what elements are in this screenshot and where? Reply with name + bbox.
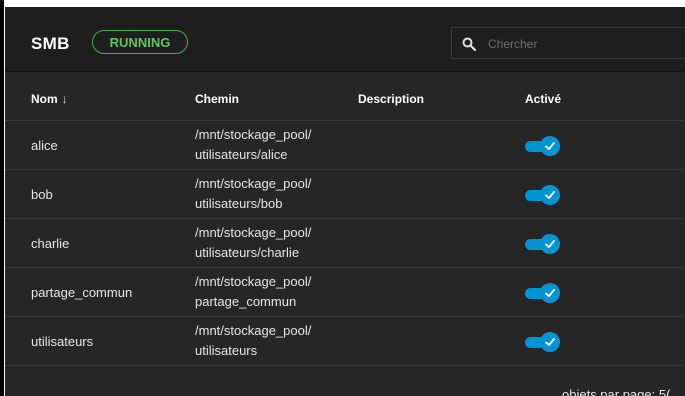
sort-down-icon: ↓ <box>61 92 68 106</box>
window-edge <box>0 0 4 396</box>
toggle-knob <box>541 137 559 155</box>
share-path-line: utilisateurs <box>195 343 258 358</box>
card-header: SMB RUNNING <box>5 7 685 72</box>
share-path: /mnt/stockage_pool/ utilisateurs/bob <box>195 174 311 214</box>
check-icon <box>545 191 555 199</box>
toggle-knob <box>541 235 559 253</box>
status-badge: RUNNING <box>92 30 188 54</box>
enabled-toggle[interactable] <box>525 284 561 302</box>
check-icon <box>545 338 555 346</box>
share-path-line: /mnt/stockage_pool/ <box>195 274 312 289</box>
toggle-knob <box>541 186 559 204</box>
table-row: alice /mnt/stockage_pool/ utilisateurs/a… <box>5 121 685 170</box>
share-path: /mnt/stockage_pool/ utilisateurs/charlie <box>195 223 311 263</box>
toggle-knob <box>541 333 559 351</box>
check-icon <box>545 240 555 248</box>
service-title: SMB <box>31 34 70 53</box>
smb-service-card: SMB RUNNING Nom↓ Chemin Description Acti… <box>5 7 685 396</box>
table-row: charlie /mnt/stockage_pool/ utilisateurs… <box>5 219 685 268</box>
column-header-description[interactable]: Description <box>358 92 424 106</box>
share-path-line: /mnt/stockage_pool/ <box>195 323 312 338</box>
share-path: /mnt/stockage_pool/ utilisateurs/alice <box>195 125 311 165</box>
table-row: partage_commun /mnt/stockage_pool/ parta… <box>5 268 685 317</box>
table-row: utilisateurs /mnt/stockage_pool/ utilisa… <box>5 317 685 366</box>
share-path-line: utilisateurs/charlie <box>195 245 300 260</box>
items-per-page-select[interactable]: 5( <box>659 387 671 396</box>
items-per-page: objets par page: 5( <box>562 387 670 396</box>
check-icon <box>545 289 555 297</box>
toggle-knob <box>541 284 559 302</box>
enabled-toggle[interactable] <box>525 137 561 155</box>
share-name: charlie <box>31 236 70 251</box>
share-path: /mnt/stockage_pool/ partage_commun <box>195 272 311 312</box>
enabled-toggle[interactable] <box>525 235 561 253</box>
share-name: utilisateurs <box>31 334 94 349</box>
column-header-path[interactable]: Chemin <box>195 92 239 106</box>
share-path-line: utilisateurs/alice <box>195 147 288 162</box>
share-name: alice <box>31 138 58 153</box>
table-row: bob /mnt/stockage_pool/ utilisateurs/bob <box>5 170 685 219</box>
enabled-toggle[interactable] <box>525 186 561 204</box>
share-path-line: /mnt/stockage_pool/ <box>195 225 312 240</box>
share-name: bob <box>31 187 53 202</box>
column-header-name-label: Nom <box>31 92 58 106</box>
share-path-line: /mnt/stockage_pool/ <box>195 127 312 142</box>
search-input[interactable] <box>486 33 680 55</box>
column-header-enabled[interactable]: Activé <box>525 92 561 106</box>
table-header: Nom ↓ Chemin Description Activé <box>5 72 685 121</box>
search-box[interactable] <box>451 27 685 59</box>
share-path: /mnt/stockage_pool/ utilisateurs <box>195 321 311 361</box>
items-per-page-label: objets par page: <box>562 387 656 396</box>
share-path-line: /mnt/stockage_pool/ <box>195 176 312 191</box>
enabled-toggle[interactable] <box>525 333 561 351</box>
share-path-line: partage_commun <box>195 294 297 309</box>
share-name: partage_commun <box>31 285 133 300</box>
table-footer: objets par page: 5( <box>5 367 685 396</box>
column-header-name[interactable]: Nom ↓ <box>31 92 68 106</box>
share-path-line: utilisateurs/bob <box>195 196 283 211</box>
search-icon <box>462 37 476 51</box>
screenshot-frame: SMB RUNNING Nom↓ Chemin Description Acti… <box>0 0 685 396</box>
check-icon <box>545 142 555 150</box>
